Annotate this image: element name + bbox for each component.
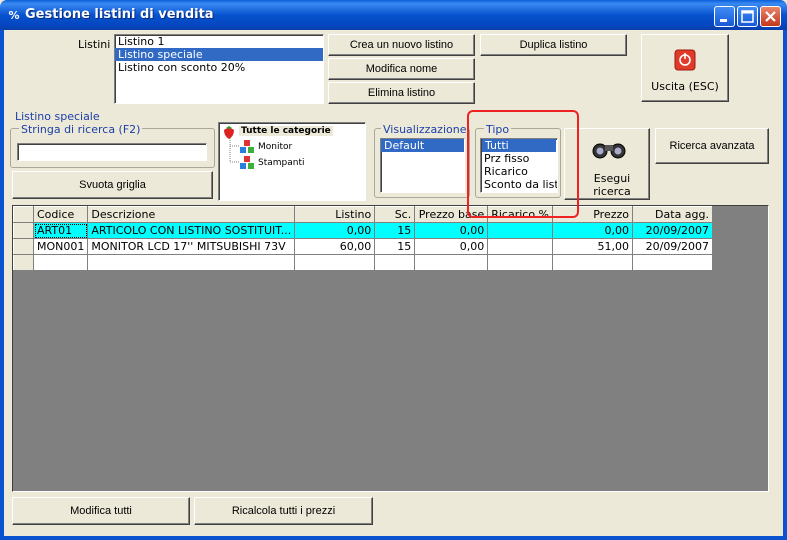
- modifica-tutti-button[interactable]: Modifica tutti: [12, 497, 190, 525]
- binoculars-icon: [592, 143, 626, 159]
- cell-prezzo-base[interactable]: 0,00: [414, 222, 489, 239]
- cell-data-agg[interactable]: 20/09/2007: [632, 222, 714, 239]
- listini-listbox[interactable]: Listino 1 Listino speciale Listino con s…: [114, 34, 324, 104]
- cell-empty[interactable]: [487, 254, 554, 271]
- cell-empty[interactable]: [294, 254, 376, 271]
- table-row[interactable]: MON001 MONITOR LCD 17'' MITSUBISHI 73V 6…: [13, 238, 714, 255]
- current-listino-title: Listino speciale: [13, 110, 102, 123]
- cell-empty[interactable]: [552, 254, 634, 271]
- power-icon: [674, 49, 696, 71]
- column-header-listino[interactable]: Listino: [294, 206, 376, 223]
- visualizzazione-label: Visualizzazione: [381, 123, 469, 136]
- search-input[interactable]: [17, 143, 207, 161]
- minimize-button[interactable]: [714, 6, 735, 27]
- modifica-nome-button[interactable]: Modifica nome: [328, 58, 475, 80]
- crea-listino-button[interactable]: Crea un nuovo listino: [328, 34, 475, 56]
- cell-ricarico[interactable]: [487, 222, 554, 239]
- search-label: Stringa di ricerca (F2): [19, 123, 143, 136]
- cell-listino[interactable]: 0,00: [294, 222, 376, 239]
- listini-label: Listini :: [78, 38, 118, 51]
- highlight-annotation: [467, 110, 579, 218]
- duplica-listino-button[interactable]: Duplica listino: [480, 34, 627, 56]
- svuota-griglia-button[interactable]: Svuota griglia: [12, 171, 213, 199]
- category-stampanti[interactable]: Stampanti: [258, 158, 305, 168]
- grid-header-row: Codice Descrizione Listino Sc. Prezzo ba…: [13, 206, 714, 223]
- cell-descrizione[interactable]: ARTICOLO CON LISTINO SOSTITUIT...: [87, 222, 296, 239]
- row-indicator[interactable]: [13, 238, 34, 255]
- cell-ricarico[interactable]: [487, 238, 554, 255]
- visualizzazione-item-selected[interactable]: Default: [381, 139, 464, 152]
- cell-descrizione[interactable]: MONITOR LCD 17'' MITSUBISHI 73V: [87, 238, 296, 255]
- cubes-icon: [240, 156, 254, 169]
- cell-prezzo[interactable]: 0,00: [552, 222, 634, 239]
- cell-prezzo-base[interactable]: 0,00: [414, 238, 489, 255]
- row-indicator-header: [13, 206, 34, 223]
- maximize-button[interactable]: [737, 6, 758, 27]
- cell-codice[interactable]: MON001: [32, 238, 89, 255]
- table-row[interactable]: ART01 ARTICOLO CON LISTINO SOSTITUIT... …: [13, 222, 714, 239]
- ricalcola-prezzi-button[interactable]: Ricalcola tutti i prezzi: [194, 497, 373, 525]
- cell-data-agg[interactable]: 20/09/2007: [632, 238, 714, 255]
- ricerca-avanzata-button[interactable]: Ricerca avanzata: [655, 128, 769, 164]
- elimina-listino-button[interactable]: Elimina listino: [328, 82, 475, 104]
- category-root[interactable]: Tutte le categorie: [239, 126, 333, 136]
- cell-codice[interactable]: ART01: [32, 222, 89, 239]
- minimize-icon: [720, 19, 727, 22]
- close-button[interactable]: [760, 6, 781, 27]
- row-indicator[interactable]: [13, 254, 34, 271]
- cell-empty[interactable]: [414, 254, 489, 271]
- uscita-label: Uscita (ESC): [651, 80, 719, 93]
- cell-listino[interactable]: 60,00: [294, 238, 376, 255]
- cell-empty[interactable]: [632, 254, 714, 271]
- row-indicator[interactable]: [13, 222, 34, 239]
- cell-empty[interactable]: [32, 254, 89, 271]
- esegui-ricerca-label: Esegui ricerca: [593, 172, 631, 198]
- uscita-button[interactable]: Uscita (ESC): [641, 34, 729, 102]
- window-title: Gestione listini di vendita: [25, 7, 214, 22]
- visualizzazione-listbox[interactable]: Default: [380, 138, 465, 193]
- column-header-sc[interactable]: Sc.: [374, 206, 416, 223]
- cell-empty[interactable]: [374, 254, 416, 271]
- app-icon: %: [8, 9, 20, 22]
- cell-sc[interactable]: 15: [374, 238, 416, 255]
- listino-grid[interactable]: Codice Descrizione Listino Sc. Prezzo ba…: [12, 205, 769, 492]
- cubes-icon: [240, 140, 254, 153]
- column-header-codice[interactable]: Codice: [32, 206, 89, 223]
- table-row-empty[interactable]: [13, 254, 714, 271]
- grid-table: Codice Descrizione Listino Sc. Prezzo ba…: [13, 206, 714, 271]
- column-header-descrizione[interactable]: Descrizione: [87, 206, 296, 223]
- cell-empty[interactable]: [87, 254, 296, 271]
- column-header-data-agg[interactable]: Data agg.: [632, 206, 714, 223]
- listini-item[interactable]: Listino con sconto 20%: [115, 61, 323, 74]
- cell-sc[interactable]: 15: [374, 222, 416, 239]
- maximize-icon: [741, 10, 754, 23]
- category-monitor[interactable]: Monitor: [258, 142, 292, 152]
- listini-item[interactable]: Listino 1: [115, 35, 323, 48]
- close-icon: [765, 11, 776, 22]
- cell-prezzo[interactable]: 51,00: [552, 238, 634, 255]
- listini-item-selected[interactable]: Listino speciale: [115, 48, 323, 61]
